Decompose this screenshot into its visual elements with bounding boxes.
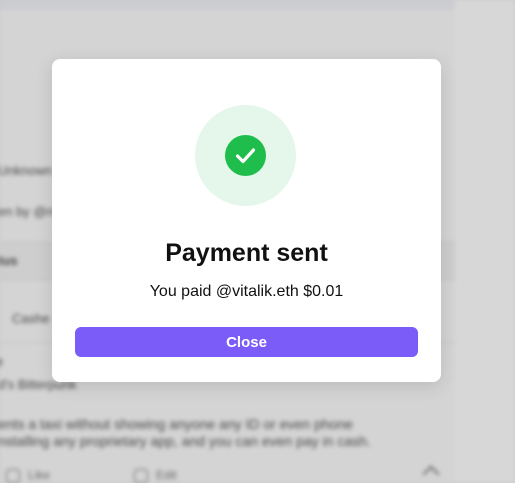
app-viewport: Unknown en by @ric tus Cashe e d's Bitte… [0,0,515,483]
close-button[interactable]: Close [75,327,418,357]
dialog-title: Payment sent [165,239,328,267]
checkmark-icon [235,148,256,164]
payment-message: You paid @vitalik.eth $0.01 [149,283,344,300]
payment-sent-dialog: Payment sent You paid @vitalik.eth $0.01… [52,59,441,382]
success-icon-halo [195,105,296,206]
check-circle-icon [225,135,266,176]
